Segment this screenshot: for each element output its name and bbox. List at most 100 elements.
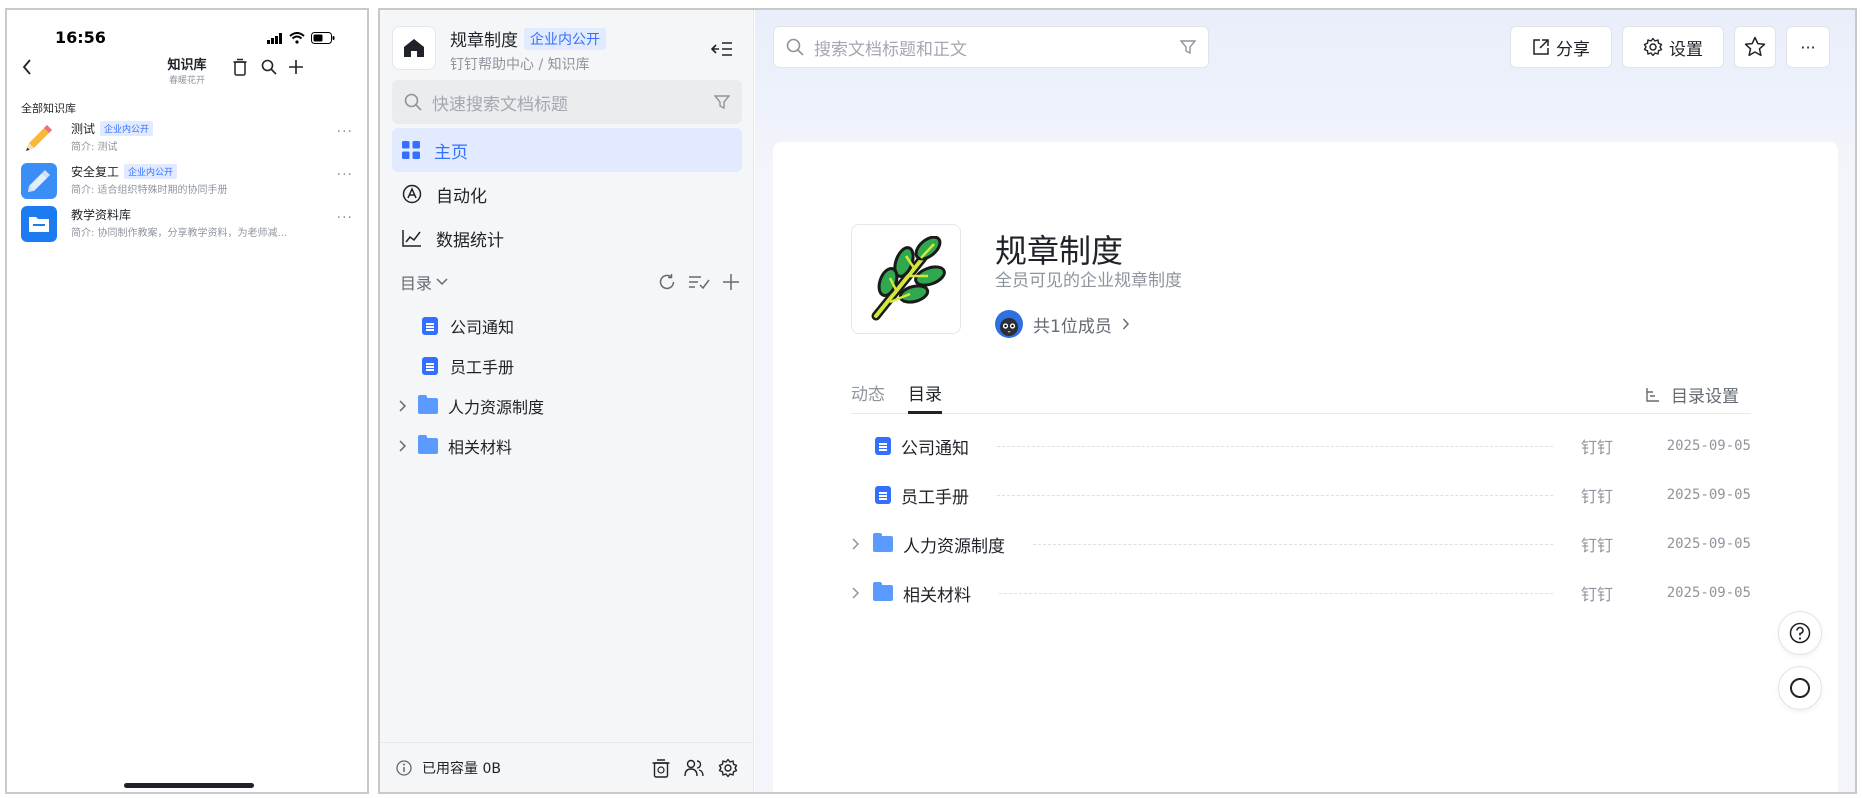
toc-settings-icon bbox=[1646, 387, 1659, 402]
sidebar-search-placeholder: 快速搜索文档标题 bbox=[432, 94, 568, 115]
members-icon[interactable] bbox=[684, 759, 704, 777]
tab-toc[interactable]: 目录 bbox=[908, 380, 942, 414]
search-icon bbox=[786, 38, 804, 56]
home-indicator bbox=[124, 783, 254, 788]
tree-item-doc[interactable]: 公司通知 bbox=[392, 306, 742, 346]
row-title: 人力资源制度 bbox=[903, 536, 1005, 557]
signal-icon bbox=[267, 32, 282, 44]
members-count: 共1位成员 bbox=[1033, 316, 1112, 337]
nav-item-automation[interactable]: 自动化 bbox=[392, 172, 742, 216]
folder-icon bbox=[873, 533, 893, 552]
home-logo-button[interactable] bbox=[392, 26, 436, 70]
item-desc: 简介: 测试 bbox=[71, 142, 118, 153]
sidebar: 规章制度 企业内公开 钉钉帮助中心 / 知识库 快速搜索文档标题 主页 自动化 … bbox=[380, 10, 754, 792]
list-item[interactable]: 测试 企业内公开 简介: 测试 ··· bbox=[21, 118, 357, 162]
chevron-right-icon[interactable] bbox=[851, 537, 861, 551]
sidebar-search[interactable]: 快速搜索文档标题 bbox=[392, 80, 742, 124]
filter-icon[interactable] bbox=[714, 94, 730, 110]
sidebar-footer: 已用容量 0B bbox=[380, 742, 754, 792]
chevron-right-icon[interactable] bbox=[398, 399, 408, 413]
more-icon[interactable]: ··· bbox=[337, 124, 353, 140]
automation-icon bbox=[402, 184, 422, 204]
kb-overview-card: 规章制度 全员可见的企业规章制度 共1位成员 动态 目录 目录设置 公司通知 钉… bbox=[773, 142, 1838, 792]
nav-label: 数据统计 bbox=[436, 230, 504, 251]
more-icon[interactable]: ··· bbox=[337, 167, 353, 183]
tab-activity[interactable]: 动态 bbox=[851, 380, 885, 414]
sort-icon[interactable] bbox=[688, 274, 710, 290]
page-subtitle: 春暖花开 bbox=[168, 76, 205, 86]
row-title: 相关材料 bbox=[903, 585, 971, 606]
folder-icon bbox=[873, 582, 893, 601]
grid-icon bbox=[402, 141, 420, 159]
tree-label: 人力资源制度 bbox=[448, 398, 545, 417]
sidebar-kb-title: 规章制度 bbox=[450, 31, 518, 51]
visibility-tag: 企业内公开 bbox=[100, 121, 154, 136]
gear-icon bbox=[1643, 37, 1663, 57]
item-name: 测试 bbox=[71, 122, 96, 136]
table-row[interactable]: 员工手册 钉钉 2025-09-05 bbox=[851, 475, 1751, 515]
row-title: 员工手册 bbox=[901, 487, 969, 508]
list-item[interactable]: 教学资料库 简介: 协同制作教案，分享教学资料，为老师减... ··· bbox=[21, 204, 357, 248]
list-item[interactable]: 安全复工 企业内公开 简介: 适合组织特殊时期的协同手册 ··· bbox=[21, 161, 357, 205]
avatar bbox=[995, 310, 1023, 338]
search-icon bbox=[404, 93, 422, 111]
row-date: 2025-09-05 bbox=[1666, 438, 1751, 454]
status-time: 16:56 bbox=[55, 28, 106, 47]
nav-item-statistics[interactable]: 数据统计 bbox=[392, 216, 742, 260]
info-icon[interactable] bbox=[396, 759, 412, 776]
folder-icon bbox=[21, 206, 57, 242]
gear-icon[interactable] bbox=[718, 758, 738, 778]
settings-button[interactable]: 设置 bbox=[1622, 26, 1724, 68]
add-icon[interactable] bbox=[722, 273, 740, 291]
help-button[interactable] bbox=[1778, 611, 1822, 655]
kb-title-row: 规章制度 企业内公开 bbox=[450, 26, 606, 51]
collapse-sidebar-icon[interactable] bbox=[710, 40, 734, 58]
more-button[interactable]: ··· bbox=[1786, 26, 1830, 68]
brush-icon bbox=[21, 163, 57, 199]
favorite-button[interactable] bbox=[1734, 26, 1776, 68]
content-tabs: 动态 目录 目录设置 bbox=[851, 380, 1751, 414]
nav-item-home[interactable]: 主页 bbox=[392, 128, 742, 172]
doc-search-input[interactable]: 搜索文档标题和正文 bbox=[773, 26, 1209, 68]
more-icon[interactable]: ··· bbox=[337, 210, 353, 226]
page-title: 知识库 bbox=[167, 58, 207, 73]
recycle-bin-icon[interactable] bbox=[652, 758, 670, 778]
table-row[interactable]: 人力资源制度 钉钉 2025-09-05 bbox=[851, 524, 1751, 564]
row-source: 钉钉 bbox=[1581, 487, 1614, 506]
tree-item-folder[interactable]: 相关材料 bbox=[392, 426, 742, 466]
home-icon bbox=[404, 39, 424, 57]
chevron-right-icon bbox=[1122, 318, 1129, 330]
row-date: 2025-09-05 bbox=[1666, 487, 1751, 503]
filter-icon[interactable] bbox=[1180, 39, 1196, 55]
members-link[interactable]: 共1位成员 bbox=[995, 310, 1130, 338]
chart-icon bbox=[402, 230, 421, 247]
chevron-right-icon[interactable] bbox=[851, 586, 861, 600]
chevron-right-icon[interactable] bbox=[398, 439, 408, 453]
assistant-button[interactable] bbox=[1778, 666, 1822, 710]
table-row[interactable]: 相关材料 钉钉 2025-09-05 bbox=[851, 573, 1751, 613]
tree-item-folder[interactable]: 人力资源制度 bbox=[392, 386, 742, 426]
row-source: 钉钉 bbox=[1581, 585, 1614, 604]
refresh-icon[interactable] bbox=[658, 273, 676, 291]
breadcrumb[interactable]: 钉钉帮助中心 / 知识库 bbox=[450, 54, 590, 74]
kb-logo bbox=[851, 224, 961, 334]
help-icon bbox=[1789, 622, 1811, 644]
search-icon[interactable] bbox=[261, 59, 277, 75]
share-label: 分享 bbox=[1556, 39, 1590, 60]
table-row[interactable]: 公司通知 钉钉 2025-09-05 bbox=[851, 426, 1751, 466]
trash-icon[interactable] bbox=[233, 58, 247, 76]
tree-item-doc[interactable]: 员工手册 bbox=[392, 346, 742, 386]
section-label: 全部知识库 bbox=[21, 102, 76, 115]
tree-label: 相关材料 bbox=[448, 438, 513, 457]
toc-label[interactable]: 目录 bbox=[400, 270, 432, 294]
add-icon[interactable] bbox=[288, 59, 304, 75]
share-button[interactable]: 分享 bbox=[1510, 26, 1612, 68]
toc-settings-label: 目录设置 bbox=[1671, 387, 1739, 407]
item-name: 安全复工 bbox=[71, 165, 120, 179]
toc-settings-button[interactable]: 目录设置 bbox=[1645, 382, 1739, 407]
desktop-app-window: 规章制度 企业内公开 钉钉帮助中心 / 知识库 快速搜索文档标题 主页 自动化 … bbox=[378, 8, 1857, 794]
chevron-down-icon[interactable] bbox=[436, 278, 448, 286]
doc-icon bbox=[422, 357, 438, 375]
row-date: 2025-09-05 bbox=[1666, 536, 1751, 552]
tree-label: 公司通知 bbox=[450, 318, 515, 337]
